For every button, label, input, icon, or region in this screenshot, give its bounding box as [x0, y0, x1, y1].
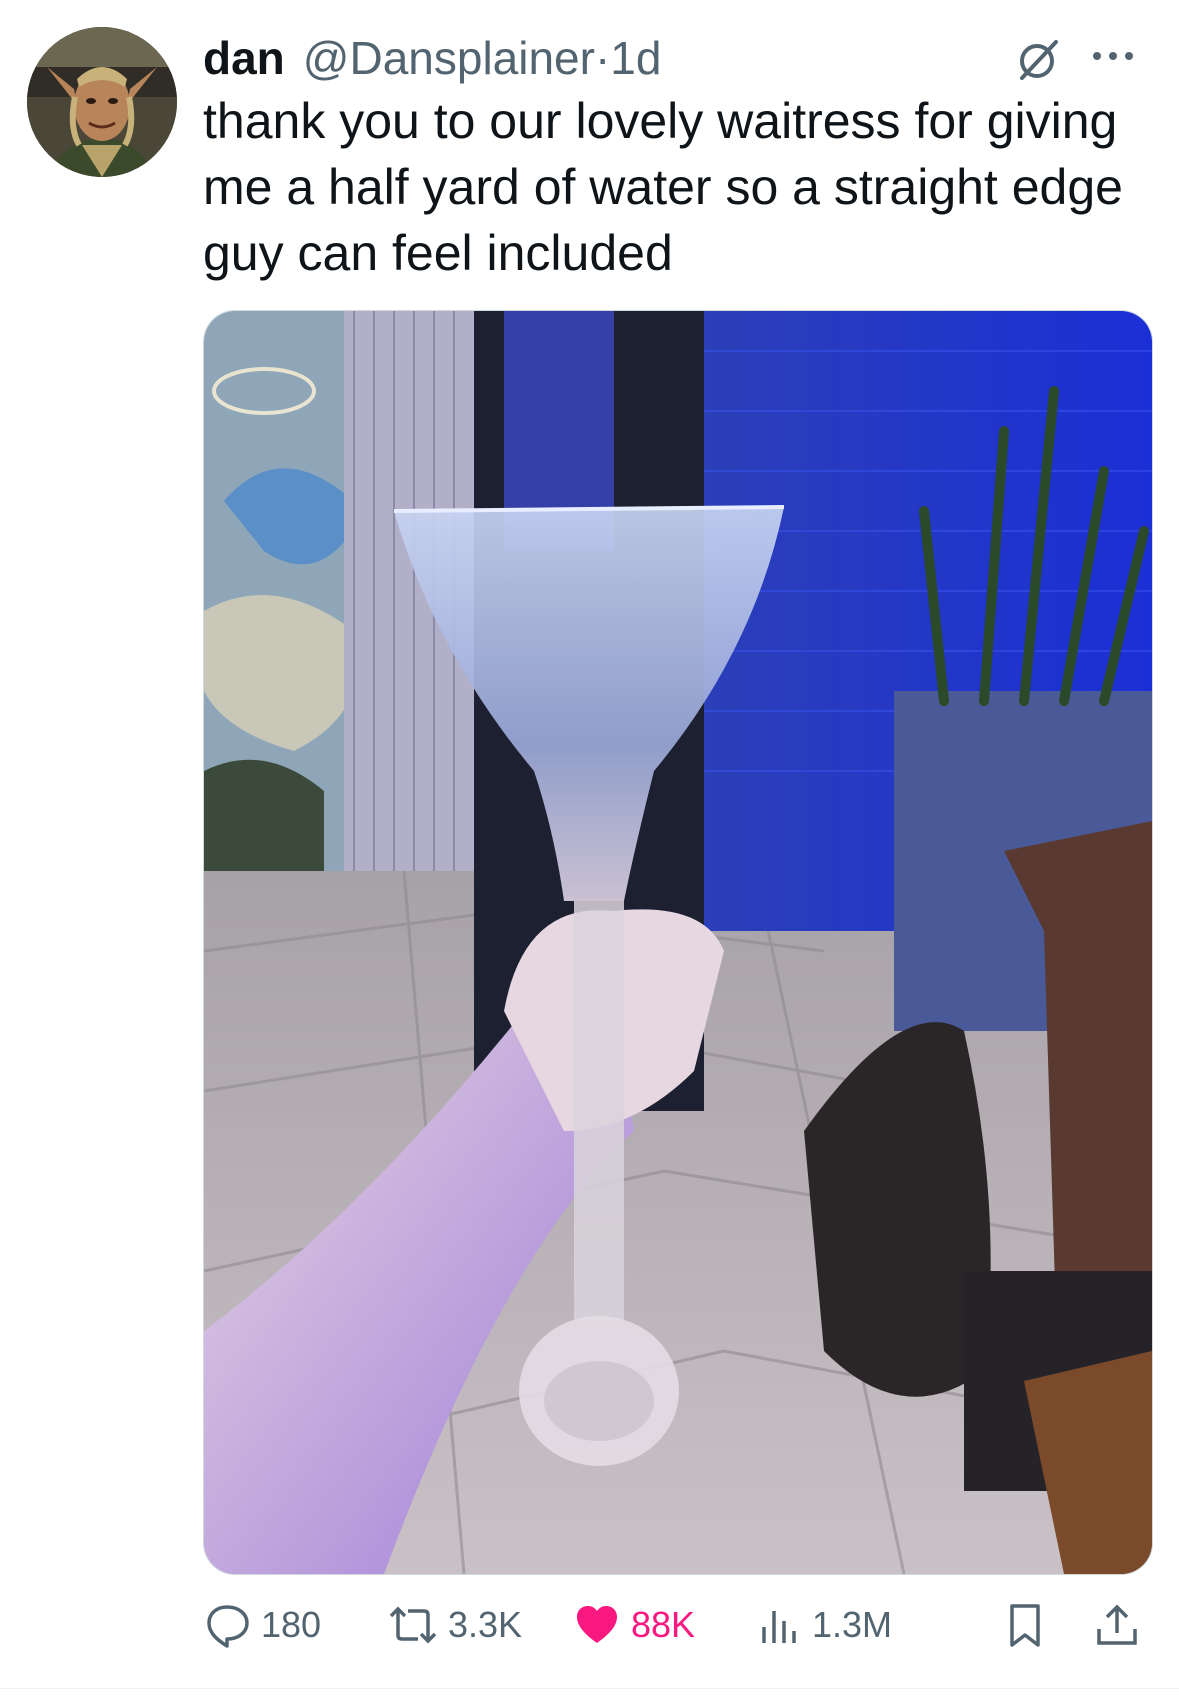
separator-dot: ·	[594, 32, 611, 84]
tweet-photo[interactable]	[203, 310, 1153, 1575]
repost-count: 3.3K	[448, 1604, 523, 1645]
grok-icon[interactable]	[1014, 34, 1064, 84]
view-count: 1.3M	[812, 1604, 893, 1645]
share-button[interactable]	[1093, 1595, 1151, 1655]
action-bar: 180 3.3K 88K 1.3M	[203, 1595, 1153, 1655]
reply-count: 180	[261, 1604, 322, 1645]
views-icon	[762, 1611, 796, 1643]
tweet-header: dan @Dansplainer · 1d	[203, 28, 1139, 88]
heart-icon	[577, 1606, 617, 1643]
bookmark-button[interactable]	[1003, 1595, 1057, 1655]
repost-icon	[389, 1606, 437, 1644]
tweet-text: thank you to our lovely waitress for giv…	[203, 93, 1123, 281]
reply-icon	[207, 1605, 249, 1648]
avatar[interactable]	[27, 27, 177, 177]
more-icon[interactable]	[1087, 30, 1139, 82]
user-handle[interactable]: @Dansplainer	[303, 31, 595, 85]
reply-button[interactable]: 180	[203, 1595, 321, 1655]
like-count: 88K	[631, 1604, 696, 1645]
bookmark-icon	[1010, 1604, 1040, 1647]
avatar-image	[27, 27, 177, 177]
display-name[interactable]: dan	[203, 31, 285, 85]
like-button[interactable]: 88K	[573, 1595, 695, 1655]
timestamp[interactable]: 1d	[610, 31, 661, 85]
divider	[0, 1688, 1179, 1689]
views-button[interactable]: 1.3M	[758, 1595, 892, 1655]
share-icon	[1097, 1604, 1137, 1645]
repost-button[interactable]: 3.3K	[388, 1595, 522, 1655]
photo-half-yard-glass	[204, 311, 1152, 1574]
